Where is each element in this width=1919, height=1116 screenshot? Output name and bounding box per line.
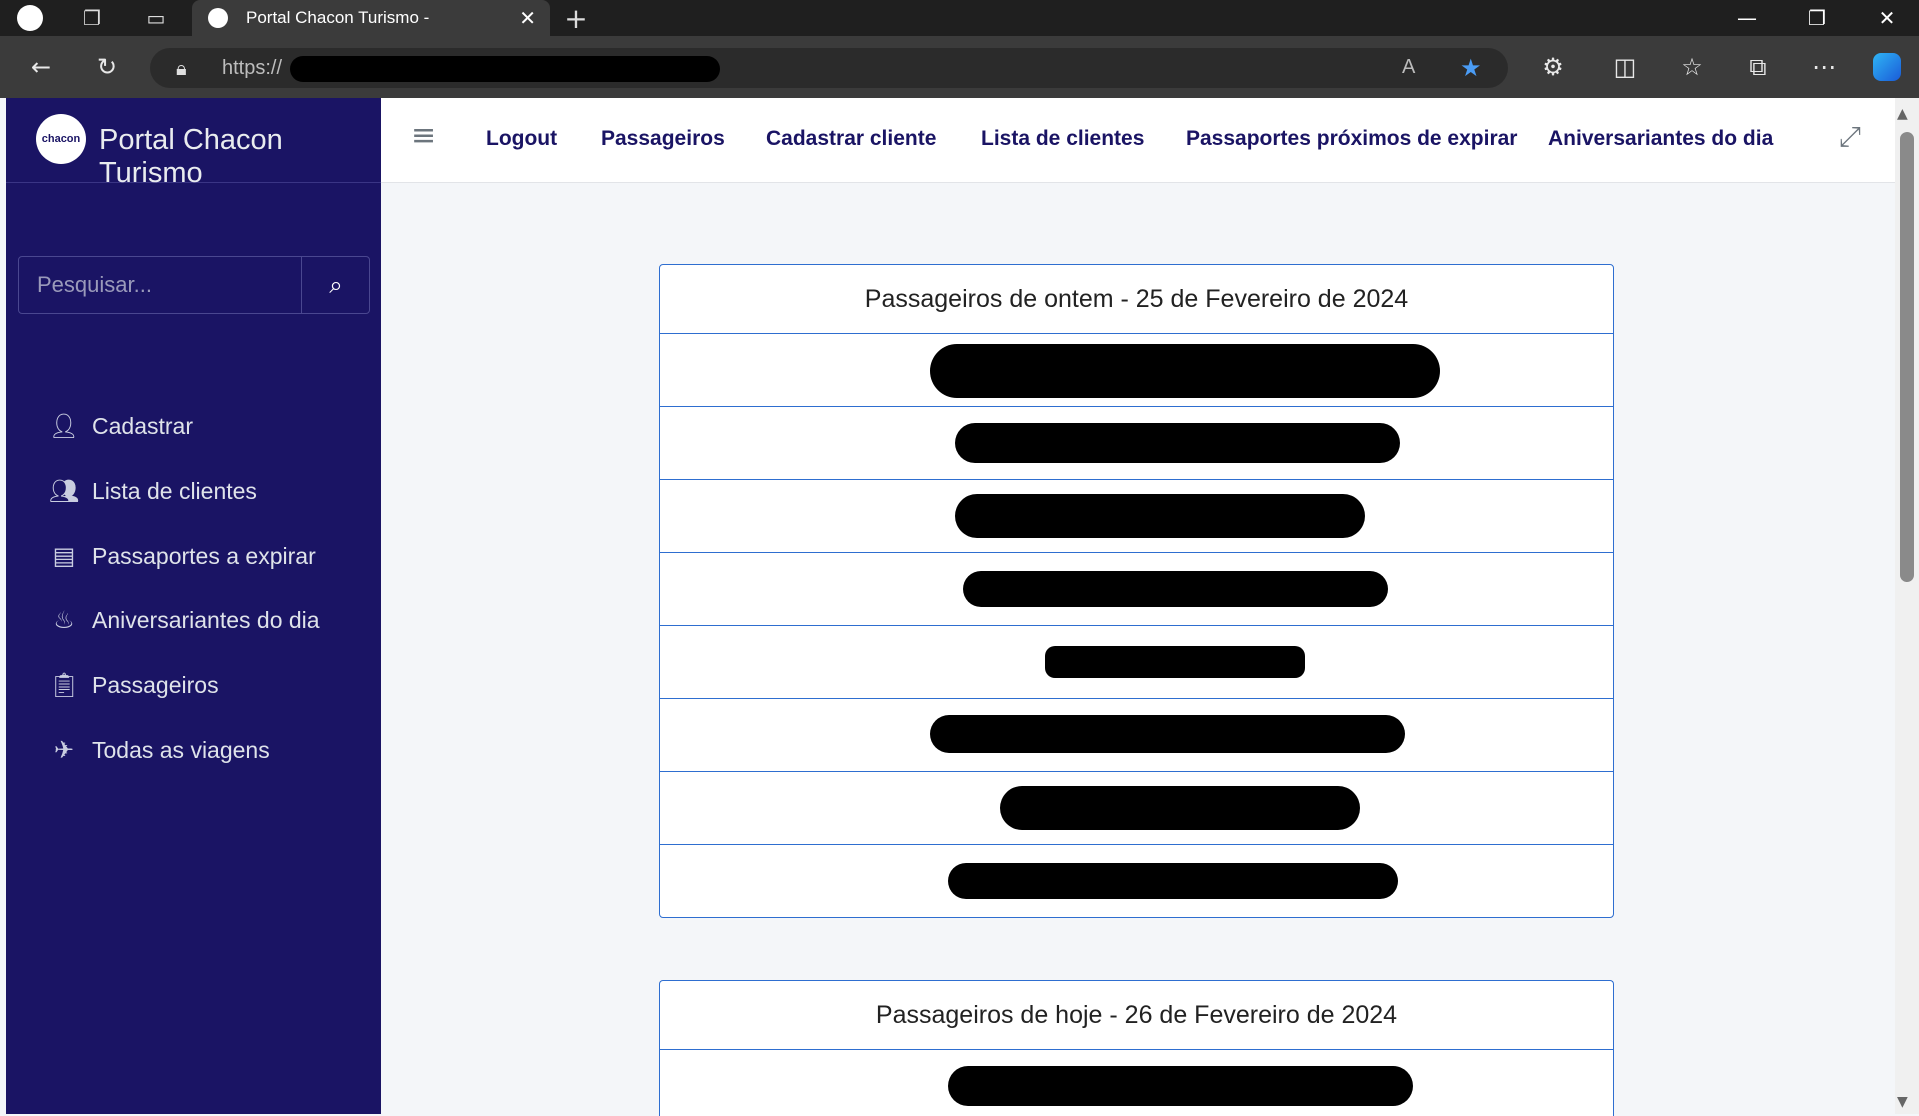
redacted-name — [955, 494, 1365, 538]
page-content: chacon Portal Chacon Turismo ⌕ 👤︎ Cadastr… — [0, 98, 1919, 1116]
table-row — [660, 407, 1613, 480]
url-text: https:// — [222, 57, 283, 79]
nav-link-aniversariantes[interactable]: Aniversariantes do dia — [1548, 127, 1773, 151]
hamburger-menu-icon[interactable]: ≡ — [411, 118, 436, 153]
table-row — [660, 772, 1613, 845]
browser-tab-active[interactable]: Portal Chacon Turismo - ✕ — [192, 0, 550, 36]
copilot-icon[interactable] — [1870, 50, 1904, 84]
clipboard-list-icon: 📋︎ — [48, 671, 80, 699]
table-row — [660, 1050, 1613, 1116]
plane-icon: ✈ — [53, 736, 75, 764]
sidebar-item-label: Passaportes a expirar — [92, 542, 316, 569]
extensions-icon[interactable]: ⚙ — [1536, 50, 1570, 84]
browser-titlebar: ❐ ▭ Portal Chacon Turismo - ✕ + — ❐ ✕ — [0, 0, 1919, 36]
tab-close-icon[interactable]: ✕ — [519, 6, 536, 30]
top-navbar: ≡ Logout Passageiros Cadastrar cliente L… — [381, 98, 1895, 183]
sidebar-item-cadastrar[interactable]: 👤︎ Cadastrar — [46, 406, 193, 446]
profile-avatar-icon[interactable] — [16, 4, 44, 32]
minimize-button[interactable]: — — [1712, 0, 1782, 36]
search-button[interactable]: ⌕ — [301, 257, 370, 313]
id-badge-icon: ▤ — [52, 542, 76, 570]
back-icon[interactable]: ← — [24, 50, 58, 84]
sidebar-item-viagens[interactable]: ✈ Todas as viagens — [46, 730, 270, 770]
brand-logo: chacon — [36, 114, 86, 164]
nav-link-passaportes[interactable]: Passaportes próximos de expirar — [1186, 127, 1517, 151]
table-row — [660, 553, 1613, 626]
table-row — [660, 480, 1613, 553]
tab-title: Portal Chacon Turismo - — [246, 8, 430, 27]
fullscreen-expand-icon[interactable]: ⤢ — [1839, 120, 1861, 154]
card-title: Passageiros de hoje - 26 de Fevereiro de… — [660, 981, 1613, 1050]
redacted-name — [1000, 786, 1360, 830]
redacted-name — [930, 344, 1440, 398]
card-title: Passageiros de ontem - 25 de Fevereiro d… — [660, 265, 1613, 334]
search-icon: ⌕ — [329, 271, 343, 299]
nav-link-logout[interactable]: Logout — [486, 127, 557, 151]
sidebar: chacon Portal Chacon Turismo ⌕ 👤︎ Cadastr… — [6, 98, 381, 1114]
favorite-star-icon[interactable]: ★ — [1460, 54, 1482, 82]
workspaces-icon[interactable]: ❐ — [78, 4, 106, 32]
redacted-name — [930, 715, 1405, 753]
sidebar-item-label: Lista de clientes — [92, 477, 257, 504]
sidebar-item-label: Aniversariantes do dia — [92, 606, 320, 633]
redacted-url — [290, 56, 720, 82]
scroll-up-arrow-icon[interactable]: ▲ — [1897, 106, 1908, 122]
redacted-name — [963, 571, 1388, 607]
redacted-name — [948, 1066, 1413, 1106]
nav-link-lista-clientes[interactable]: Lista de clientes — [981, 127, 1144, 151]
table-row — [660, 699, 1613, 772]
redacted-name — [955, 423, 1400, 463]
passengers-today-card: Passageiros de hoje - 26 de Fevereiro de… — [659, 980, 1614, 1116]
table-row — [660, 334, 1613, 407]
redacted-name — [1045, 646, 1305, 678]
more-icon[interactable]: ⋯ — [1807, 50, 1841, 84]
sidebar-item-passaportes[interactable]: ▤ Passaportes a expirar — [46, 536, 316, 576]
table-row — [660, 626, 1613, 699]
brand[interactable]: chacon Portal Chacon Turismo — [6, 98, 381, 189]
tab-favicon-icon — [208, 8, 228, 28]
sidebar-item-label: Cadastrar — [92, 412, 193, 439]
collections-icon[interactable]: ⧉ — [1741, 50, 1775, 84]
redacted-name — [948, 863, 1398, 899]
favorites-icon[interactable]: ☆ — [1675, 50, 1709, 84]
restore-button[interactable]: ❐ — [1782, 0, 1852, 36]
sidebar-search: ⌕ — [18, 256, 370, 314]
tab-actions-icon[interactable]: ▭ — [142, 4, 170, 32]
sidebar-item-lista-clientes[interactable]: 👥︎ Lista de clientes — [46, 471, 257, 511]
lock-icon: 🔒︎ — [176, 56, 187, 80]
table-row — [660, 845, 1613, 917]
read-aloud-icon[interactable]: A — [1402, 56, 1415, 79]
address-bar[interactable]: 🔒︎ https:// A ★ — [150, 48, 1508, 88]
nav-link-passageiros[interactable]: Passageiros — [601, 127, 725, 151]
split-screen-icon[interactable]: ◫ — [1608, 50, 1642, 84]
birthday-cake-icon: ♨ — [53, 606, 75, 634]
users-icon: 👥︎ — [48, 477, 80, 505]
scrollbar-thumb[interactable] — [1900, 132, 1914, 582]
refresh-icon[interactable]: ↻ — [90, 50, 124, 84]
user-plus-icon: 👤︎ — [48, 412, 80, 440]
browser-toolbar: ← ↻ 🔒︎ https:// A ★ ⚙ ◫ ☆ ⧉ ⋯ — [0, 36, 1919, 98]
sidebar-item-label: Todas as viagens — [92, 736, 270, 763]
scroll-down-arrow-icon[interactable]: ▼ — [1897, 1094, 1908, 1110]
sidebar-item-label: Passageiros — [92, 671, 219, 698]
nav-link-cadastrar-cliente[interactable]: Cadastrar cliente — [766, 127, 936, 151]
passengers-yesterday-card: Passageiros de ontem - 25 de Fevereiro d… — [659, 264, 1614, 918]
sidebar-item-passageiros[interactable]: 📋︎ Passageiros — [46, 665, 219, 705]
new-tab-button[interactable]: + — [562, 2, 590, 35]
brand-title: Portal Chacon Turismo — [99, 124, 283, 189]
close-window-button[interactable]: ✕ — [1852, 0, 1919, 36]
search-input[interactable] — [19, 257, 301, 313]
sidebar-item-aniversariantes[interactable]: ♨ Aniversariantes do dia — [46, 600, 320, 640]
